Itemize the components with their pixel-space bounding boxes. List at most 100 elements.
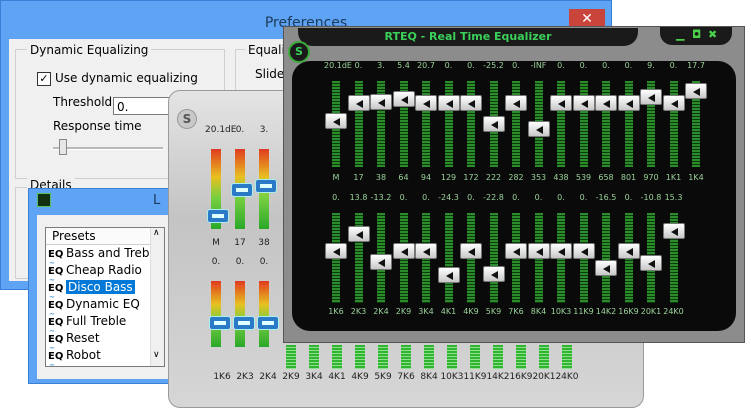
rteq-band-label: 129 <box>440 173 457 182</box>
preset-item[interactable]: EQ ~ Robot <box>46 347 164 366</box>
preset-item[interactable]: EQ ~ Bass and Treble <box>46 245 164 267</box>
rteq-band-value: 0. <box>624 61 633 70</box>
rteq-band-value: 0. <box>557 193 565 202</box>
rteq-band-slider[interactable] <box>550 242 572 259</box>
silver-band-label: 17 <box>234 238 246 248</box>
rteq-band-slider[interactable] <box>595 95 617 111</box>
preset-item[interactable]: EQ ~ Dynamic EQ <box>46 296 164 318</box>
eq-preset-icon: EQ ~ <box>48 334 64 352</box>
rteq-band-slider[interactable] <box>437 267 460 284</box>
rteq-band-slider[interactable] <box>550 95 572 111</box>
rteq-band-slider[interactable] <box>572 242 595 259</box>
response-time-slider-thumb[interactable] <box>59 139 67 155</box>
rteq-band-slider[interactable] <box>437 95 460 111</box>
presets-list[interactable]: Presets EQ ~ Bass and Treble EQ ~ Cheap Radio… <box>45 227 165 367</box>
rteq-band-slider[interactable] <box>572 95 595 111</box>
silver-band-slider[interactable] <box>209 316 231 330</box>
rteq-band-value: 0. <box>534 193 543 202</box>
rteq-band-slider[interactable] <box>685 83 707 100</box>
rteq-band-slider[interactable] <box>662 223 685 240</box>
preset-item[interactable]: EQ ~ Reset <box>46 330 164 352</box>
rteq-band-slider[interactable] <box>370 94 392 111</box>
silver-band-value: 20.1dE <box>205 125 237 135</box>
silver-band-meter <box>378 345 388 369</box>
preset-item[interactable]: EQ ~ Full Treble <box>46 313 164 335</box>
rteq-band-value: 9. <box>647 61 655 70</box>
rteq-band-value: 3. <box>377 61 385 70</box>
rteq-band-value: 0. <box>422 193 430 202</box>
rteq-band-slider[interactable] <box>640 89 662 106</box>
rteq-band-slider[interactable] <box>662 95 685 111</box>
rteq-band-slider[interactable] <box>392 242 415 259</box>
silver-band-slider[interactable] <box>207 209 229 223</box>
rteq-band-label: 2K4 <box>373 307 389 316</box>
response-time-slider[interactable] <box>53 147 163 150</box>
rteq-band-slider[interactable] <box>370 254 392 271</box>
s-badge-icon[interactable]: S <box>177 109 197 129</box>
rteq-band-label: 1K6 <box>328 307 344 316</box>
rteq-band-label: 20K1 <box>640 307 662 316</box>
rteq-band-slider[interactable] <box>415 95 437 111</box>
rteq-band-slider[interactable] <box>505 242 527 259</box>
minimize-icon[interactable]: ▁ <box>676 28 684 41</box>
silver-band-slider[interactable] <box>233 316 255 330</box>
close-icon[interactable]: ✖ <box>708 28 717 41</box>
silver-band-meter <box>516 345 526 369</box>
threshold-input[interactable]: 0. <box>113 97 173 115</box>
eq-preset-icon: EQ ~ <box>48 300 64 318</box>
rteq-band-slider[interactable] <box>415 242 437 259</box>
preset-item[interactable]: EQ ~ Disco Bass <box>46 279 164 301</box>
rteq-band-value: 13.8 <box>349 193 368 202</box>
silver-band-meter <box>493 345 503 369</box>
rteq-band-slider[interactable] <box>595 260 617 277</box>
rteq-band-slider[interactable] <box>347 95 370 111</box>
rteq-band-slider[interactable] <box>460 242 482 259</box>
silver-band-label: 1K6 <box>213 372 231 382</box>
preset-item[interactable]: EQ ~ Cheap Radio <box>46 262 164 284</box>
rteq-band-label: 64 <box>398 173 409 182</box>
rteq-band-meter <box>557 81 565 167</box>
silver-band-label: 2K3 <box>236 372 254 382</box>
rteq-band-slider[interactable] <box>617 242 640 259</box>
rteq-band-slider[interactable] <box>460 95 482 111</box>
silver-band-slider[interactable] <box>255 179 277 193</box>
rteq-band-slider[interactable] <box>482 116 505 132</box>
silver-band-value: 0. <box>235 257 245 267</box>
presets-scrollbar[interactable]: ∧ ∨ <box>150 228 164 366</box>
silver-band-label: 8K4 <box>420 372 438 382</box>
rteq-band-slider[interactable] <box>527 120 550 137</box>
rteq-band-meter <box>422 81 430 167</box>
rteq-band-label: 11K9 <box>573 307 594 316</box>
rteq-band-value: 0. <box>602 61 610 70</box>
dynamic-equalizing-label: Dynamic Equalizing <box>27 43 152 57</box>
silver-band-slider[interactable] <box>231 183 253 197</box>
rteq-band-value: 17.7 <box>687 61 705 70</box>
rteq-band-value: 0. <box>399 193 408 202</box>
rteq-band-slider[interactable] <box>482 265 505 282</box>
rteq-band-slider[interactable] <box>617 95 640 111</box>
silver-band-slider[interactable] <box>257 316 279 330</box>
rteq-band-slider[interactable] <box>527 242 550 259</box>
silver-band-meter <box>332 345 342 369</box>
preset-item-label: Cheap Radio <box>66 263 142 277</box>
rteq-band-meter <box>624 81 633 167</box>
s-badge-icon[interactable]: S <box>288 41 310 63</box>
rteq-band-slider[interactable] <box>325 112 347 129</box>
rteq-band-slider[interactable] <box>392 90 415 107</box>
rteq-band-slider[interactable] <box>347 225 370 242</box>
silver-band-meter <box>286 345 296 369</box>
rteq-band-label: 172 <box>463 173 479 182</box>
rteq-band-slider[interactable] <box>505 95 527 111</box>
rteq-band-slider[interactable] <box>325 242 347 259</box>
silver-band-meter <box>309 345 319 369</box>
maximize-icon[interactable]: ◘ <box>692 28 701 41</box>
silver-band-value: 0. <box>235 125 245 135</box>
rteq-band-label: 353 <box>530 173 547 182</box>
use-dynamic-checkbox[interactable]: ✓ <box>37 72 51 86</box>
rteq-band-slider[interactable] <box>640 255 662 272</box>
silver-band-meter <box>424 345 434 369</box>
scroll-up-arrow-icon[interactable]: ∧ <box>153 228 160 238</box>
silver-band-meter <box>470 345 480 369</box>
preset-item-label: Full Treble <box>66 314 127 328</box>
scroll-down-arrow-icon[interactable]: ∨ <box>153 350 160 360</box>
